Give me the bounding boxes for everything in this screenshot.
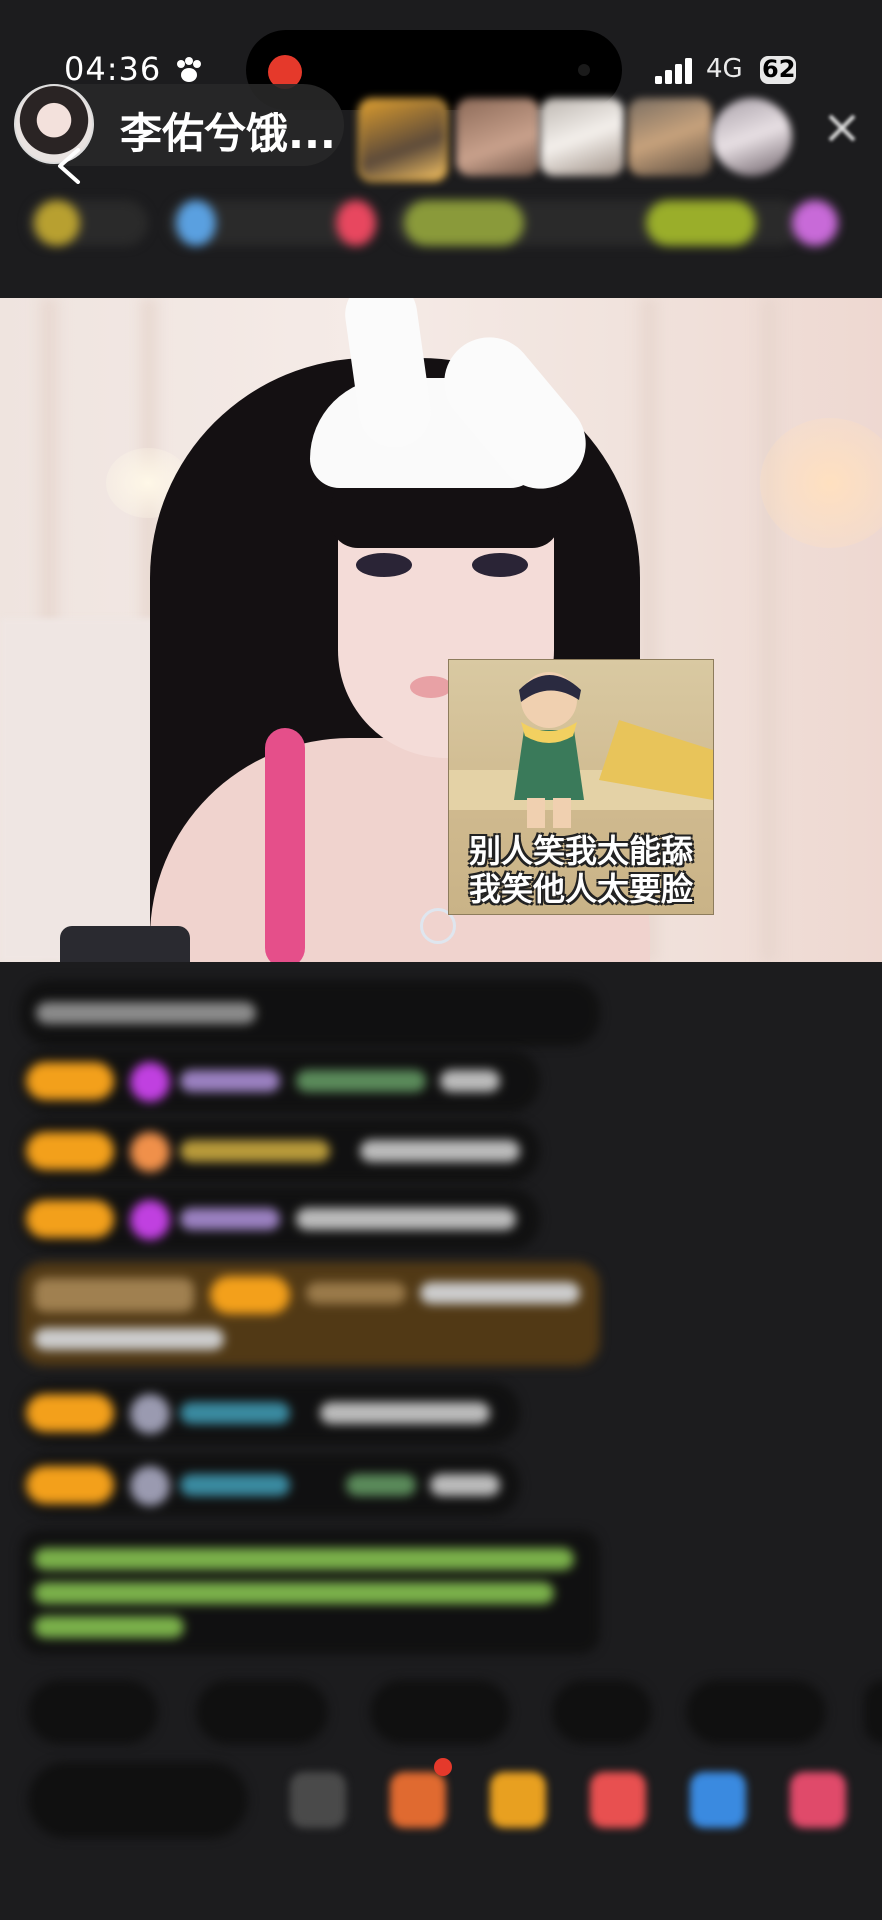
gift-icon[interactable]: [790, 1772, 846, 1828]
status-time: 04:36: [64, 50, 162, 88]
viewer-avatar[interactable]: [628, 98, 712, 176]
meme-sticker: 别人笑我太能舔 我笑他人太要脸: [448, 659, 714, 915]
chat-message[interactable]: [20, 1050, 540, 1112]
chat-message-highlight[interactable]: [20, 1262, 600, 1366]
task-icon[interactable]: [390, 1772, 446, 1828]
viewer-avatar[interactable]: [358, 98, 448, 182]
emoji-icon[interactable]: [290, 1772, 346, 1828]
host-name: 李佑兮饿...: [120, 109, 336, 158]
chat-message[interactable]: [20, 1188, 540, 1250]
host-avatar[interactable]: [14, 84, 94, 164]
quick-reply-chip[interactable]: [864, 1680, 882, 1744]
live-video[interactable]: [0, 298, 882, 962]
battery-percent: 62: [762, 55, 796, 83]
quick-reply-chip[interactable]: [196, 1680, 328, 1744]
system-announcement: [20, 1530, 600, 1654]
notification-dot: [434, 1758, 452, 1776]
chat-message[interactable]: [20, 1382, 520, 1444]
battery-icon: 62: [758, 54, 812, 86]
host-badges-row[interactable]: [28, 194, 858, 254]
signal-icon: [655, 58, 692, 84]
camera-dot: [578, 64, 590, 76]
quick-reply-chip[interactable]: [28, 1680, 158, 1744]
chat-message[interactable]: [20, 1120, 540, 1182]
chat-input[interactable]: [28, 1762, 248, 1838]
back-chevron-icon[interactable]: [56, 148, 82, 184]
quick-reply-chip[interactable]: [686, 1680, 826, 1744]
quick-reply-chip[interactable]: [370, 1680, 510, 1744]
meme-caption-line2: 我笑他人太要脸: [468, 870, 693, 908]
quick-reply-chip[interactable]: [552, 1680, 652, 1744]
gift-box-icon[interactable]: [490, 1772, 546, 1828]
viewer-avatar[interactable]: [456, 98, 540, 176]
network-type: 4G: [706, 54, 743, 84]
game-icon[interactable]: [690, 1772, 746, 1828]
chat-message[interactable]: [20, 1454, 520, 1516]
system-notice: [20, 980, 600, 1046]
paw-icon: [177, 57, 201, 82]
viewer-avatar[interactable]: [540, 98, 624, 176]
heart-gift-icon[interactable]: [590, 1772, 646, 1828]
viewer-avatar[interactable]: [712, 98, 792, 176]
close-icon[interactable]: [826, 112, 858, 144]
